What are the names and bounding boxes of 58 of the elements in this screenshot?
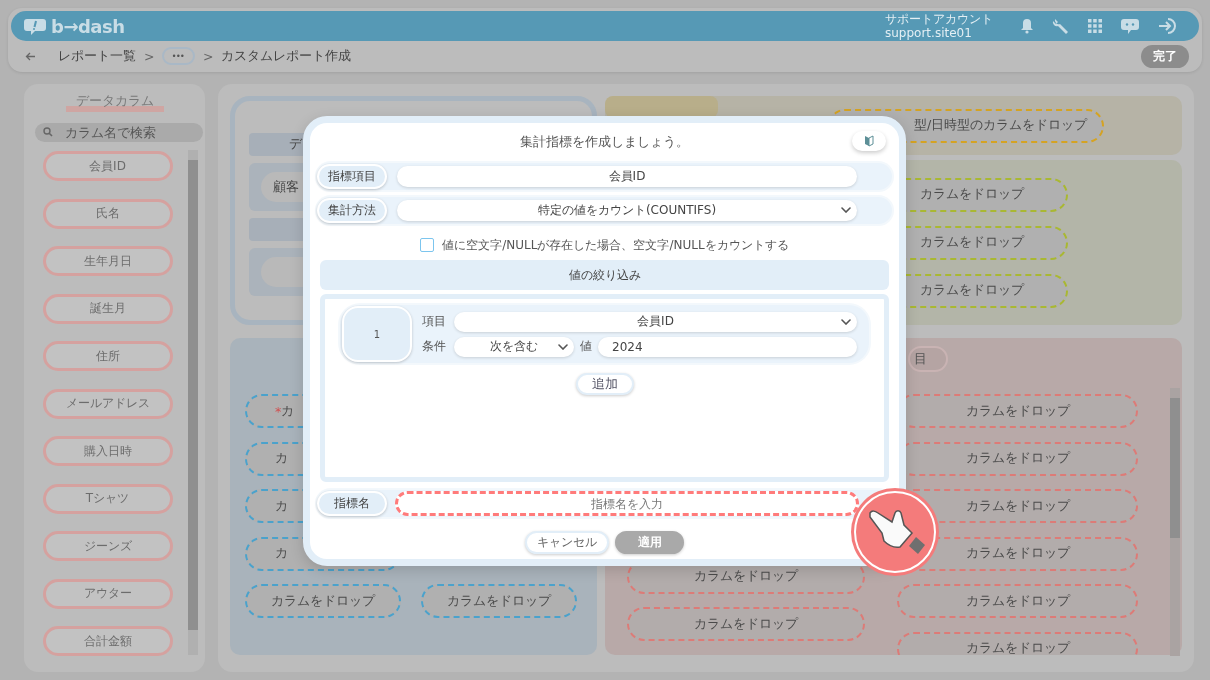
breadcrumb-separator: > (144, 48, 155, 64)
field-label: 指標項目 (317, 164, 387, 189)
metric-header-pill[interactable]: 目 (908, 346, 948, 372)
account-id: support.site01 (885, 26, 973, 40)
drop-zone[interactable]: カラムをドロップ (897, 631, 1138, 655)
sign-in-icon[interactable] (1158, 17, 1178, 35)
back-arrow-icon[interactable] (25, 51, 36, 61)
column-item[interactable]: アウター (42, 578, 173, 609)
aggregation-select[interactable]: 特定の値をカウント(COUNTIFS) (397, 200, 857, 221)
field-label: 条件 (421, 338, 447, 355)
column-item[interactable]: 会員ID (42, 151, 173, 181)
logo-text[interactable]: b→dash (51, 15, 125, 37)
more-breadcrumbs-button[interactable]: ••• (162, 47, 195, 65)
field-label: 指標名 (317, 491, 387, 516)
bell-icon[interactable] (1020, 18, 1034, 34)
grid-icon[interactable] (1088, 19, 1102, 33)
item-select[interactable]: 会員ID (454, 311, 857, 332)
chevron-down-icon (841, 207, 851, 213)
scrollbar[interactable] (188, 150, 198, 655)
drop-zone[interactable]: カラムをドロップ (627, 607, 865, 641)
drop-zone[interactable]: カラムをドロップ (421, 584, 577, 618)
speech-bubble-logo-icon (23, 16, 47, 36)
beginner-mark-icon (864, 135, 874, 147)
checkbox-label: 値に空文字/NULLが存在した場合、空文字/NULLをカウントする (442, 236, 789, 254)
account-name: サポートアカウント (885, 12, 993, 26)
column-item[interactable]: 購入日時 (42, 436, 173, 466)
wrench-icon[interactable] (1052, 17, 1070, 35)
section-header: 値の絞り込み (320, 260, 889, 290)
cancel-button[interactable]: キャンセル (525, 531, 609, 554)
chevron-down-icon (841, 318, 851, 325)
chevron-down-icon (558, 343, 568, 350)
column-item[interactable]: 住所 (42, 341, 173, 371)
condition-select[interactable]: 次を含む (454, 336, 574, 357)
search-field[interactable]: カラム名で検索 (34, 123, 203, 142)
checkbox[interactable] (420, 238, 435, 252)
column-item[interactable]: 生年月日 (42, 246, 173, 276)
column-item[interactable]: 誕生月 (42, 293, 173, 324)
field-label: 値 (580, 338, 592, 355)
field-label: 集計方法 (317, 198, 387, 223)
column-item[interactable]: ジーンズ (42, 531, 173, 561)
column-item[interactable]: 合計金額 (42, 626, 173, 656)
drop-zone[interactable]: カラムをドロップ (897, 584, 1138, 618)
column-item[interactable]: メールアドレス (42, 388, 173, 419)
chat-bubble-icon[interactable] (1120, 17, 1140, 35)
column-item[interactable]: Tシャツ (42, 483, 173, 514)
add-button[interactable]: 追加 (575, 373, 634, 395)
beginner-mark-button[interactable] (852, 131, 886, 151)
metric-item-field[interactable]: 会員ID (397, 166, 857, 187)
drop-zone[interactable]: カラムをドロップ (245, 584, 401, 618)
breadcrumb-separator: > (202, 48, 214, 64)
breadcrumb-current: カスタムレポート作成 (221, 47, 352, 65)
scrollbar[interactable] (1170, 388, 1180, 656)
field-label: 項目 (421, 313, 447, 330)
value-field[interactable]: 2024 (598, 336, 857, 357)
filter-number: 1 (342, 306, 412, 362)
metric-name-field[interactable]: 指標名を入力 (395, 491, 859, 516)
column-item[interactable]: 氏名 (42, 198, 173, 229)
breadcrumb-link[interactable]: レポート一覧 (58, 47, 136, 65)
